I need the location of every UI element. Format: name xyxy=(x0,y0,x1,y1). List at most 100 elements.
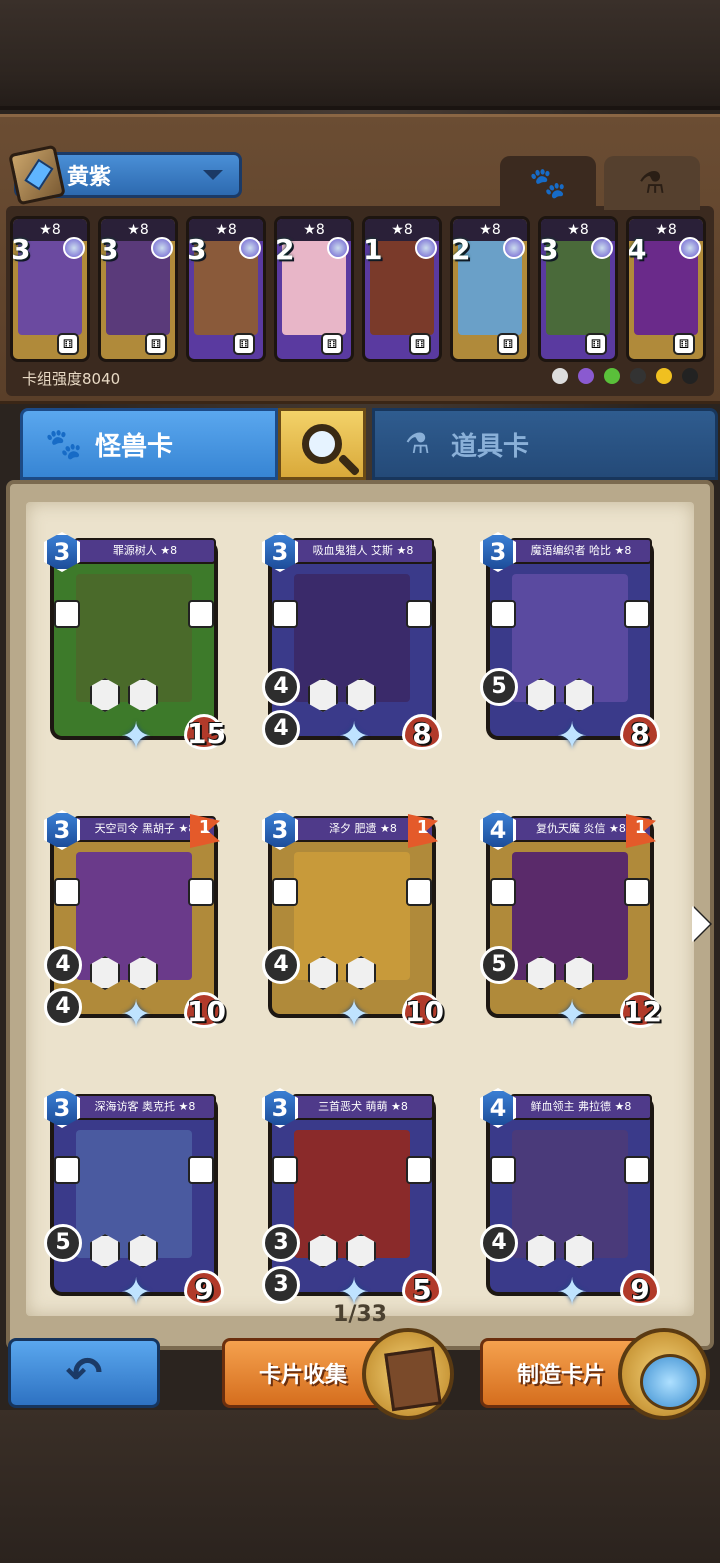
card-art xyxy=(512,574,628,702)
star-rank-icon: ✦ xyxy=(120,714,152,758)
left-trait-icon xyxy=(54,878,80,906)
card-attack: 5 xyxy=(44,1224,82,1262)
search-button[interactable] xyxy=(278,408,366,480)
monster-card[interactable]: 魔语编织者 哈比 ★8 3 8 ✦ 5 xyxy=(480,532,660,756)
card-collection-label: 卡片收集 xyxy=(259,1363,348,1388)
right-trait-icon xyxy=(624,600,650,628)
right-trait-icon xyxy=(188,878,214,906)
card-attack: 4 xyxy=(480,1224,518,1262)
chevron-down-icon xyxy=(203,170,223,180)
monster-card[interactable]: 复仇天魔 炎信 ★8 4 12 ✦ 5 1 xyxy=(480,810,662,1034)
deck-card-cost: 3 xyxy=(11,233,31,266)
monster-card[interactable]: 三首恶犬 萌萌 ★8 3 5 ✦ 3 3 xyxy=(262,1088,442,1312)
back-button[interactable]: ↶ xyxy=(8,1338,160,1408)
deck-selector[interactable]: 黄紫 xyxy=(8,144,242,206)
deck-card-list: ★8 3 ⚅ ★8 3 ⚅ ★8 3 ⚅ ★8 2 ⚅ ★8 1 ⚅ ★8 2 ⚅ ★8 3 ⚅ ★8 4 ⚅ xyxy=(10,216,706,362)
card-art xyxy=(294,1130,410,1258)
card-health: 5 xyxy=(402,1270,442,1306)
monster-card[interactable]: 天空司令 黑胡子 ★8 3 10 ✦ 4 4 1 xyxy=(44,810,226,1034)
deck-card[interactable]: ★8 1 ⚅ xyxy=(362,216,442,362)
next-page-arrow-icon[interactable] xyxy=(692,906,710,942)
card-frame xyxy=(486,1096,654,1296)
potion-icon: ⚗ xyxy=(638,165,666,201)
card-health: 10 xyxy=(184,992,226,1028)
card-art xyxy=(76,574,192,702)
card-frame xyxy=(268,818,436,1018)
deck-name: 黄紫 xyxy=(67,165,112,190)
right-trait-icon xyxy=(624,1156,650,1184)
card-album-icon[interactable] xyxy=(362,1328,454,1420)
rarity-gem-icon xyxy=(415,237,437,259)
left-trait-icon xyxy=(490,1156,516,1184)
tab-monster-cards[interactable]: 🐾 怪兽卡 xyxy=(20,408,278,480)
card-name: 魔语编织者 哈比 ★8 xyxy=(510,538,652,564)
deck-card-cost: 3 xyxy=(539,233,559,266)
deck-strength: 卡组强度8040 xyxy=(22,370,121,388)
deck-card-cost: 3 xyxy=(99,233,119,266)
tab-item-deck[interactable]: ⚗ xyxy=(604,156,700,210)
dice-icon: ⚅ xyxy=(673,333,695,355)
card-attack: 4 xyxy=(262,946,300,984)
fire-icon xyxy=(682,368,698,384)
left-trait-icon xyxy=(272,1156,298,1184)
left-trait-icon xyxy=(272,600,298,628)
deck-card-cost: 1 xyxy=(363,233,383,266)
deck-card[interactable]: ★8 2 ⚅ xyxy=(274,216,354,362)
craft-jar-icon[interactable] xyxy=(618,1328,710,1420)
deck-card[interactable]: ★8 3 ⚅ xyxy=(10,216,90,362)
monster-card[interactable]: 泽夕 肥遗 ★8 3 10 ✦ 4 1 xyxy=(262,810,444,1034)
card-attack-secondary: 4 xyxy=(44,988,82,1026)
card-frame xyxy=(268,540,436,740)
right-trait-icon xyxy=(188,1156,214,1184)
card-health: 15 xyxy=(184,714,226,750)
star-rank-icon: ✦ xyxy=(556,992,588,1036)
left-trait-icon xyxy=(54,1156,80,1184)
top-wood-frame xyxy=(0,0,720,110)
card-health: 8 xyxy=(620,714,660,750)
deck-card[interactable]: ★8 3 ⚅ xyxy=(538,216,618,362)
monster-card[interactable]: 罪源树人 ★8 3 15 ✦ xyxy=(44,532,226,756)
deck-card[interactable]: ★8 3 ⚅ xyxy=(98,216,178,362)
left-trait-icon xyxy=(490,878,516,906)
dice-icon: ⚅ xyxy=(409,333,431,355)
card-attack-secondary: 3 xyxy=(262,1266,300,1304)
left-trait-icon xyxy=(54,600,80,628)
card-health: 10 xyxy=(402,992,444,1028)
rarity-gem-icon xyxy=(327,237,349,259)
card-type-tabs: 🐾 怪兽卡 ⚗ 道具卡 xyxy=(16,408,718,480)
monster-card[interactable]: 吸血鬼猎人 艾斯 ★8 3 8 ✦ 4 4 xyxy=(262,532,442,756)
deck-card[interactable]: ★8 3 ⚅ xyxy=(186,216,266,362)
bottom-wood-frame xyxy=(0,1410,720,1563)
craft-card-label: 制造卡片 xyxy=(517,1363,606,1388)
nature-icon xyxy=(604,368,620,384)
monster-card[interactable]: 深海访客 奥克托 ★8 3 9 ✦ 5 xyxy=(44,1088,224,1312)
card-grid: 罪源树人 ★8 3 15 ✦ 吸血鬼猎人 艾斯 ★8 3 8 ✦ 4 4 魔语编织者 哈比 ★8 3 8… xyxy=(44,532,674,1312)
dice-icon: ⚅ xyxy=(321,333,343,355)
rarity-gem-icon xyxy=(503,237,525,259)
card-frame xyxy=(268,1096,436,1296)
card-health: 8 xyxy=(402,714,442,750)
rarity-gem-icon xyxy=(63,237,85,259)
right-trait-icon xyxy=(624,878,650,906)
card-health: 9 xyxy=(184,1270,224,1306)
tab-item-cards[interactable]: ⚗ 道具卡 xyxy=(372,408,718,480)
card-frame xyxy=(50,540,218,740)
right-trait-icon xyxy=(406,878,432,906)
monster-card[interactable]: 鲜血领主 弗拉德 ★8 4 9 ✦ 4 xyxy=(480,1088,660,1312)
card-art xyxy=(294,852,410,980)
rarity-gem-icon xyxy=(591,237,613,259)
deck-card-cost: 2 xyxy=(275,233,295,266)
star-rank-icon: ✦ xyxy=(556,714,588,758)
card-attack: 4 xyxy=(44,946,82,984)
tab-monster-deck[interactable]: 🐾 xyxy=(500,156,596,210)
dice-icon: ⚅ xyxy=(145,333,167,355)
card-art xyxy=(512,852,628,980)
back-arrow-icon: ↶ xyxy=(65,1347,103,1399)
card-attack-secondary: 4 xyxy=(262,710,300,748)
deck-card[interactable]: ★8 2 ⚅ xyxy=(450,216,530,362)
card-name: 鲜血领主 弗拉德 ★8 xyxy=(510,1094,652,1120)
deck-card-cost: 4 xyxy=(627,233,647,266)
card-frame xyxy=(50,1096,218,1296)
deck-card[interactable]: ★8 4 ⚅ xyxy=(626,216,706,362)
dark-icon xyxy=(630,368,646,384)
